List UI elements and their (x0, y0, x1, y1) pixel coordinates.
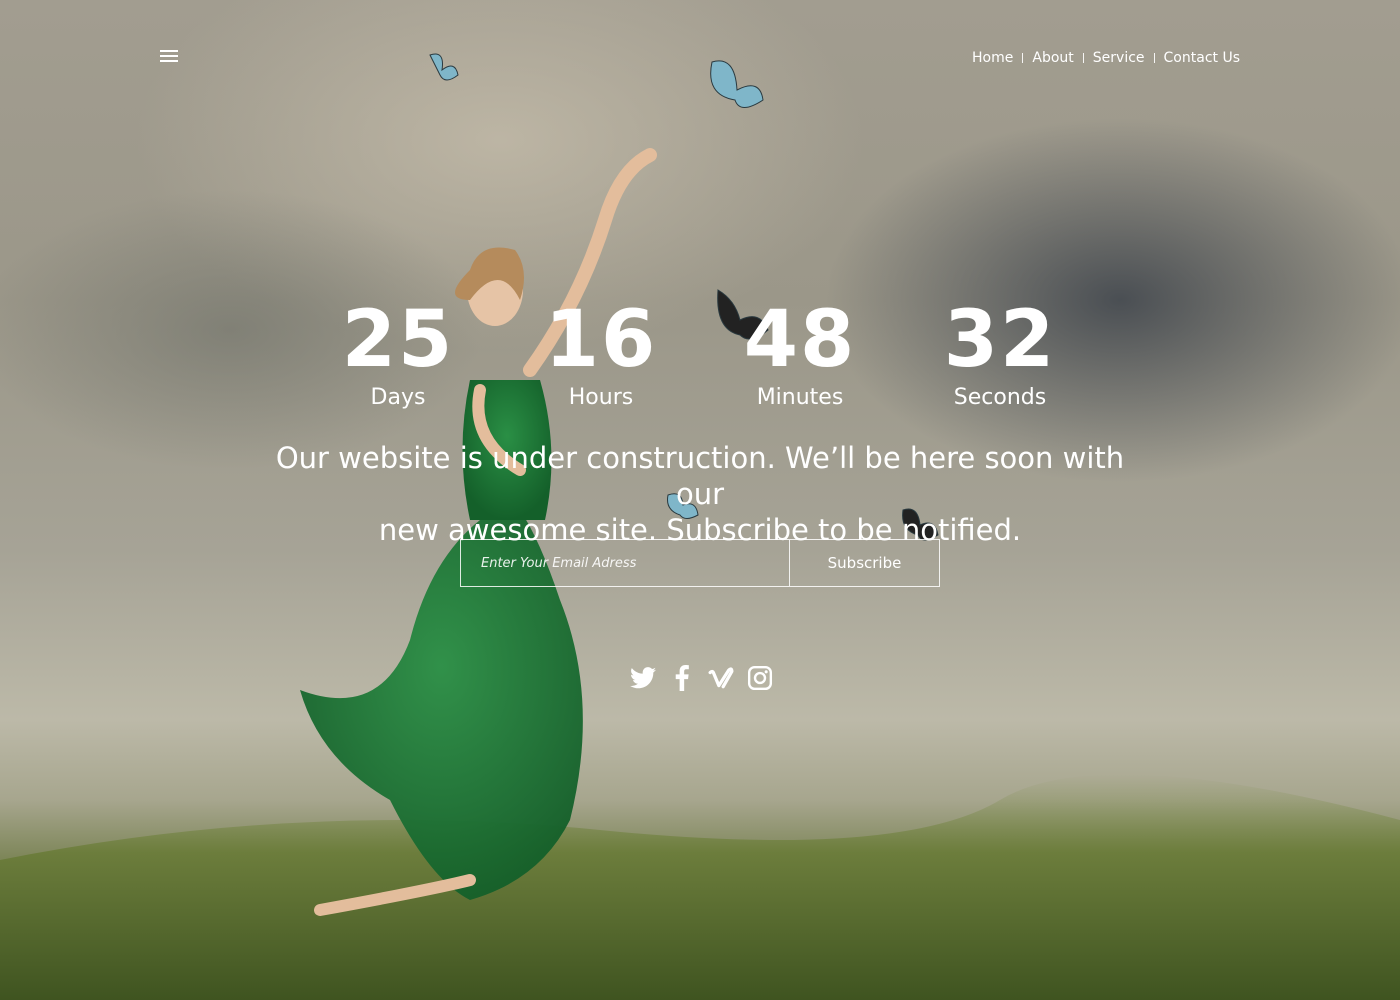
facebook-icon[interactable] (669, 664, 695, 692)
nav-service[interactable]: Service (1093, 50, 1145, 66)
nav-home[interactable]: Home (972, 50, 1013, 66)
construction-message: Our website is under construction. We’ll… (270, 440, 1130, 548)
minutes-value: 48 (743, 295, 857, 385)
main-nav: Home About Service Contact Us (972, 50, 1240, 66)
seconds-value: 32 (943, 295, 1057, 385)
email-input[interactable] (461, 540, 789, 586)
nav-contact-us[interactable]: Contact Us (1164, 50, 1240, 66)
seconds-label: Seconds (953, 385, 1047, 410)
menu-line (160, 55, 178, 57)
hours-value: 16 (544, 295, 658, 385)
vimeo-icon[interactable] (708, 664, 734, 692)
nav-about[interactable]: About (1032, 50, 1073, 66)
nav-divider (1082, 53, 1084, 63)
subscribe-button[interactable]: Subscribe (789, 540, 939, 586)
instagram-icon[interactable] (747, 664, 773, 692)
nav-divider (1153, 53, 1155, 63)
subscribe-form: Subscribe (460, 539, 940, 587)
twitter-icon[interactable] (630, 664, 656, 692)
nav-divider (1022, 53, 1024, 63)
countdown-hours: 16 Hours (501, 295, 701, 413)
hours-label: Hours (568, 385, 634, 410)
menu-icon[interactable] (160, 50, 178, 64)
countdown-minutes: 48 Minutes (700, 295, 900, 413)
social-links (630, 664, 773, 692)
countdown-seconds: 32 Seconds (900, 295, 1100, 413)
days-value: 25 (341, 295, 455, 385)
days-label: Days (370, 385, 426, 410)
message-line-1: Our website is under construction. We’ll… (275, 441, 1125, 511)
countdown-days: 25 Days (298, 295, 498, 413)
minutes-label: Minutes (756, 385, 844, 410)
menu-line (160, 50, 178, 52)
menu-line (160, 60, 178, 62)
